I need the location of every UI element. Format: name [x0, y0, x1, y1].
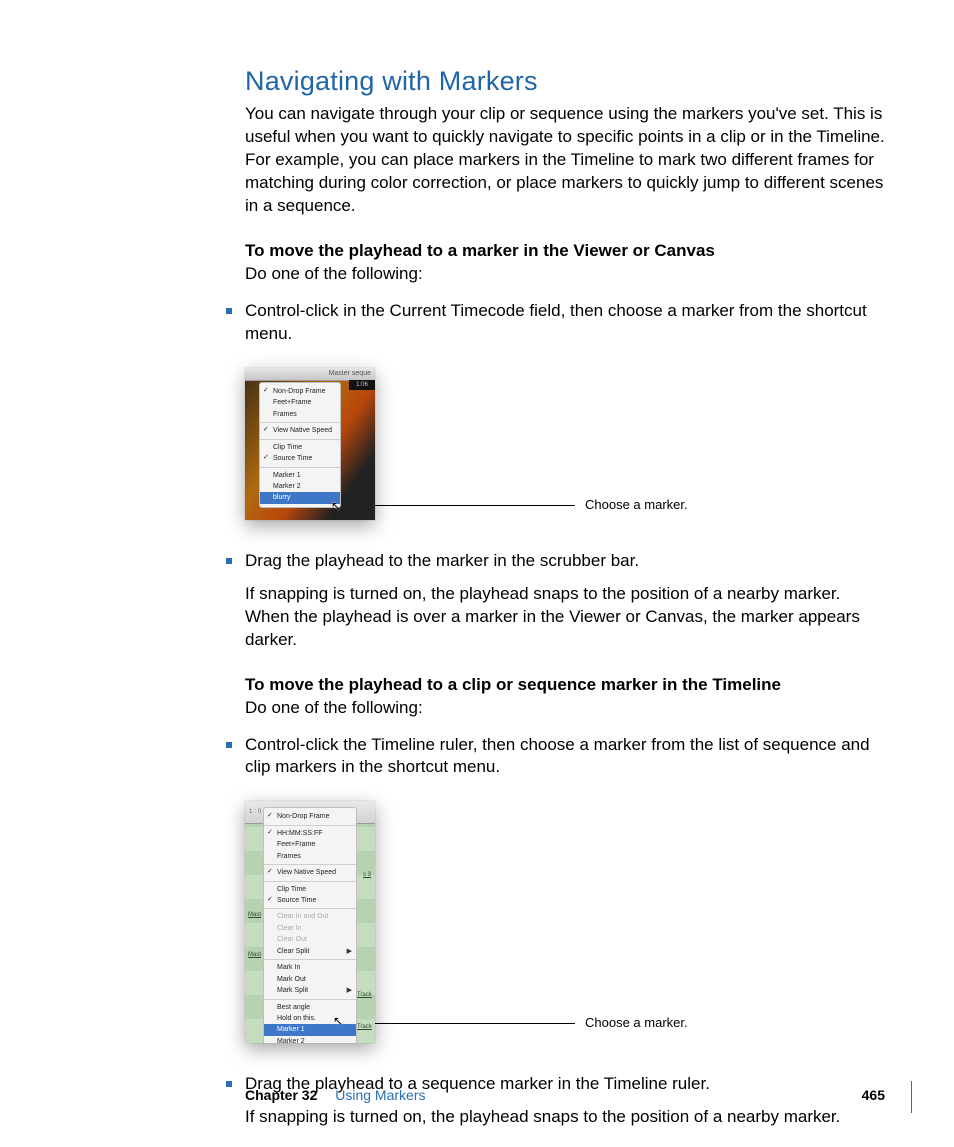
bullet-text: Control-click the Timeline ruler, then c…: [245, 735, 870, 777]
menu-item[interactable]: Marker 2: [260, 481, 340, 492]
menu-item[interactable]: Source Time: [260, 453, 340, 464]
bullet-item: Control-click in the Current Timecode fi…: [223, 300, 885, 520]
do-one-of-following: Do one of the following:: [245, 697, 885, 720]
menu-item[interactable]: Marker 2: [264, 1036, 356, 1044]
menu-item[interactable]: Feet+Frame: [264, 839, 356, 850]
submenu-arrow-icon: ▶: [347, 986, 352, 995]
footer-rule: [911, 1081, 912, 1113]
track-label: s 3: [363, 871, 371, 879]
menu-item[interactable]: HH:MM:SS:FF: [264, 828, 356, 839]
menu-item[interactable]: Frames: [260, 409, 340, 420]
do-one-of-following: Do one of the following:: [245, 263, 885, 286]
callout-label: Choose a marker.: [585, 497, 688, 512]
menu-item[interactable]: Feet+Frame: [260, 397, 340, 408]
menu-item[interactable]: Clear Split▶: [264, 946, 356, 957]
submenu-arrow-icon: ▶: [347, 947, 352, 956]
menu-item[interactable]: Clear Out: [264, 934, 356, 945]
bullet-sub-text: If snapping is turned on, the playhead s…: [245, 1106, 885, 1129]
track-label: Mast: [248, 951, 261, 959]
menu-item[interactable]: Mark Out: [264, 974, 356, 985]
bullet-item: Control-click the Timeline ruler, then c…: [223, 734, 885, 1044]
figure-shortcut-menu-viewer: Master seque 1:06 Non-Drop FrameFeet+Fra…: [245, 368, 375, 520]
menu-item[interactable]: View Native Speed: [264, 867, 356, 878]
figure-shortcut-menu-timeline: 1:00 1:00 1:00:1 Mast Mast s 3 Track Tra…: [245, 801, 375, 1043]
menu-item[interactable]: Marker 1: [260, 470, 340, 481]
menu-item[interactable]: Clear In and Out: [264, 911, 356, 922]
menu-item[interactable]: Source Time: [264, 895, 356, 906]
timecode-readout: 1:06: [349, 380, 375, 390]
footer-page-number: 465: [862, 1086, 885, 1105]
menu-item[interactable]: Best angle: [264, 1002, 356, 1013]
footer-chapter: Chapter 32: [245, 1087, 317, 1103]
menu-item[interactable]: blurry: [260, 492, 340, 503]
bullet-item: Drag the playhead to the marker in the s…: [223, 550, 885, 652]
menu-item[interactable]: Mark Split▶: [264, 985, 356, 996]
menu-item[interactable]: Clip Time: [260, 442, 340, 453]
subhead-viewer-canvas: To move the playhead to a marker in the …: [245, 240, 885, 263]
subhead-bold: To move the playhead to a marker in the …: [245, 241, 715, 260]
track-label: Track: [357, 991, 372, 999]
bullet-sub-text: If snapping is turned on, the playhead s…: [245, 583, 885, 652]
subhead-bold: To move the playhead to a clip or sequen…: [245, 675, 781, 694]
menu-item[interactable]: View Native Speed: [260, 425, 340, 436]
subhead-timeline: To move the playhead to a clip or sequen…: [245, 674, 885, 697]
footer-chapter-title: Using Markers: [335, 1087, 425, 1103]
track-label: Mast: [248, 911, 261, 919]
shortcut-menu: Non-Drop Frame HH:MM:SS:FFFeet+FrameFrame…: [263, 807, 357, 1043]
menu-item[interactable]: Frames: [264, 851, 356, 862]
menu-item[interactable]: Clip Time: [264, 884, 356, 895]
menu-item[interactable]: Non-Drop Frame: [260, 386, 340, 397]
bullet-text: Drag the playhead to the marker in the s…: [245, 551, 639, 570]
bullet-text: Control-click in the Current Timecode fi…: [245, 301, 867, 343]
intro-paragraph: You can navigate through your clip or se…: [245, 103, 885, 218]
cursor-icon: ↖: [333, 1013, 343, 1029]
menu-item[interactable]: Clear In: [264, 923, 356, 934]
menu-item[interactable]: Mark In: [264, 962, 356, 973]
track-label: Track: [357, 1023, 372, 1031]
section-heading: Navigating with Markers: [245, 63, 885, 99]
menu-item[interactable]: Non-Drop Frame: [264, 811, 356, 822]
page-footer: Chapter 32 Using Markers 465: [245, 1086, 885, 1105]
shortcut-menu: Non-Drop FrameFeet+FrameFrames View Nativ…: [259, 382, 341, 508]
callout-label: Choose a marker.: [585, 1015, 688, 1030]
